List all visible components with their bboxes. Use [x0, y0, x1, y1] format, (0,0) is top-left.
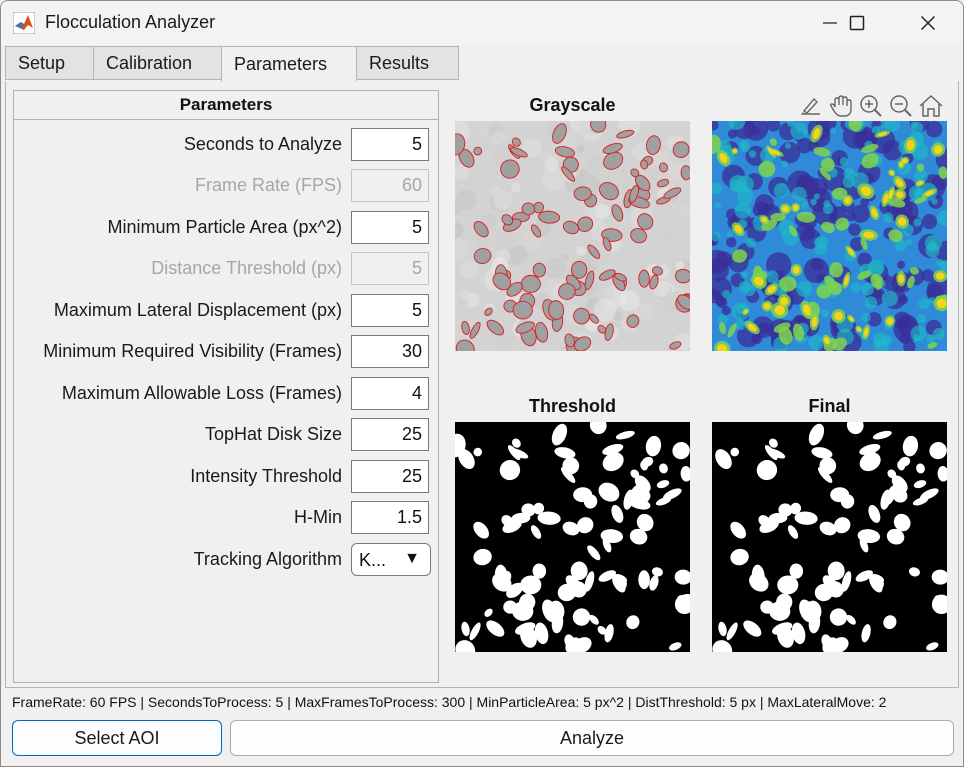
param-row-seconds: Seconds to Analyze	[14, 128, 438, 162]
tab-strip: Setup Calibration Parameters Results	[5, 46, 960, 82]
param-row-frame-rate: Frame Rate (FPS)	[14, 169, 438, 203]
param-label: Maximum Lateral Displacement (px)	[53, 300, 342, 320]
min-visibility-field[interactable]	[351, 335, 429, 368]
param-label: Frame Rate (FPS)	[194, 175, 342, 195]
threshold-axes[interactable]	[455, 422, 690, 652]
param-label: Distance Threshold (px)	[151, 258, 342, 278]
param-row-visibility: Minimum Required Visibility (Frames)	[14, 335, 438, 369]
max-allowable-loss-field[interactable]	[351, 377, 429, 410]
frame-rate-field	[351, 169, 429, 202]
param-label: Tracking Algorithm	[193, 549, 342, 569]
param-row-lateral: Maximum Lateral Displacement (px)	[14, 294, 438, 328]
param-label: TopHat Disk Size	[204, 424, 342, 444]
grayscale-image	[455, 121, 690, 351]
param-row-min-area: Minimum Particle Area (px^2)	[14, 211, 438, 245]
heatmap-image	[712, 121, 947, 351]
maximize-button[interactable]	[834, 1, 880, 45]
title-bar: Flocculation Analyzer	[1, 1, 963, 45]
window-title: Flocculation Analyzer	[45, 12, 216, 32]
grayscale-title: Grayscale	[529, 95, 616, 115]
parameters-panel: Parameters Seconds to Analyze Frame Rate…	[13, 90, 439, 683]
seconds-to-analyze-field[interactable]	[351, 128, 429, 161]
tophat-disk-size-field[interactable]	[351, 418, 429, 451]
param-row-intensity: Intensity Threshold	[14, 460, 438, 494]
param-row-tracking: Tracking Algorithm K... ▼	[14, 543, 438, 577]
distance-threshold-field	[351, 252, 429, 285]
threshold-title: Threshold	[528, 396, 616, 416]
home-icon[interactable]	[917, 93, 945, 119]
tab-parameters[interactable]: Parameters	[221, 46, 357, 82]
grayscale-axes[interactable]	[455, 121, 690, 351]
analyze-button[interactable]: Analyze	[230, 720, 954, 756]
tab-results[interactable]: Results	[356, 46, 459, 80]
intensity-threshold-field[interactable]	[351, 460, 429, 493]
final-axes[interactable]	[712, 422, 947, 652]
param-label: Minimum Required Visibility (Frames)	[43, 341, 342, 361]
threshold-image	[455, 422, 690, 652]
max-lateral-displacement-field[interactable]	[351, 294, 429, 327]
param-label: H-Min	[294, 507, 342, 527]
heatmap-axes[interactable]	[712, 121, 947, 351]
tracking-algorithm-dropdown[interactable]: K... ▼	[351, 543, 431, 576]
select-aoi-button[interactable]: Select AOI	[12, 720, 222, 756]
zoom-out-icon[interactable]	[887, 93, 915, 119]
app-window: Flocculation Analyzer Setup Calibration …	[0, 0, 964, 767]
param-row-loss: Maximum Allowable Loss (Frames)	[14, 377, 438, 411]
matlab-logo-icon	[13, 12, 35, 34]
tab-calibration[interactable]: Calibration	[93, 46, 222, 80]
param-row-hmin: H-Min	[14, 501, 438, 535]
tab-setup[interactable]: Setup	[5, 46, 94, 80]
status-label: FrameRate: 60 FPS | SecondsToProcess: 5 …	[12, 694, 887, 710]
final-title: Final	[808, 396, 851, 416]
chevron-down-icon: ▼	[404, 550, 420, 567]
maximize-icon	[849, 15, 865, 31]
zoom-in-icon[interactable]	[857, 93, 885, 119]
h-min-field[interactable]	[351, 501, 429, 534]
close-button[interactable]	[905, 1, 951, 45]
close-icon	[920, 15, 936, 31]
param-label: Minimum Particle Area (px^2)	[107, 217, 342, 237]
param-label: Seconds to Analyze	[183, 134, 342, 154]
param-label: Intensity Threshold	[190, 466, 342, 486]
param-row-distance: Distance Threshold (px)	[14, 252, 438, 286]
pan-hand-icon[interactable]	[827, 93, 855, 119]
brush-icon[interactable]	[797, 93, 825, 119]
min-particle-area-field[interactable]	[351, 211, 429, 244]
param-row-tophat: TopHat Disk Size	[14, 418, 438, 452]
dropdown-value: K...	[359, 550, 387, 570]
param-label: Maximum Allowable Loss (Frames)	[61, 383, 342, 403]
panel-title: Parameters	[14, 91, 438, 120]
final-image	[712, 422, 947, 652]
